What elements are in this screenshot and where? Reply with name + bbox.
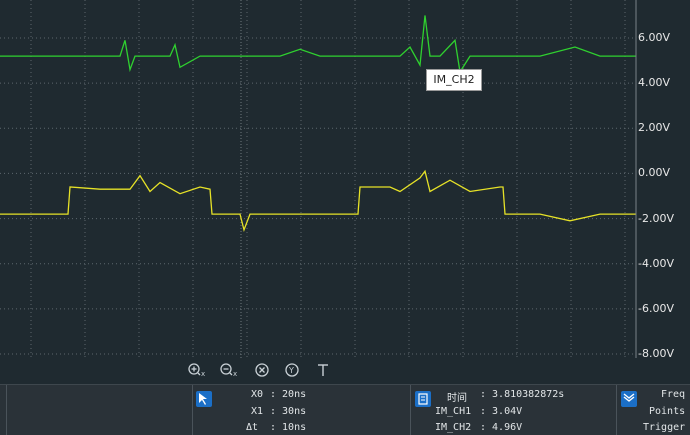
svg-text:x: x <box>233 370 237 378</box>
zoom-reset-button[interactable] <box>252 360 274 380</box>
freq-label: Freq <box>661 389 686 400</box>
zoom-in-icon: x <box>188 363 205 378</box>
x0-value: : 20ns <box>270 389 307 400</box>
time-measure-icon[interactable] <box>415 391 431 407</box>
zoom-in-x-button[interactable]: x <box>186 360 208 380</box>
y-tick-label: -4.00V <box>638 256 674 270</box>
expand-arrows-icon <box>623 393 635 402</box>
delta-t-label: Δt <box>246 422 259 433</box>
zoom-fit-button[interactable]: Y <box>282 360 304 380</box>
y-tick-label: 6.00V <box>638 31 671 44</box>
ch1-label: IM_CH1 <box>435 406 472 417</box>
zoom-toolbar: x x Y <box>0 358 690 382</box>
delta-t-value: : 10ns <box>270 422 307 433</box>
ch2-label: IM_CH2 <box>435 422 472 433</box>
zoom-out-icon: x <box>220 363 237 378</box>
plot-background <box>0 0 636 358</box>
time-value: : 3.810382872s <box>480 389 565 400</box>
measurement-panel: X0 : 20ns X1 : 30ns Δt : 10ns 时间 : 3.810… <box>0 384 690 435</box>
time-label: 时间 <box>447 393 467 404</box>
cursor-arrow-icon <box>199 393 207 405</box>
svg-text:Y: Y <box>288 366 294 375</box>
trigger-icon <box>318 364 328 376</box>
zoom-out-x-button[interactable]: x <box>218 360 240 380</box>
panel-divider <box>410 385 411 435</box>
waveform-plot[interactable] <box>0 0 690 358</box>
freq-measure-icon[interactable] <box>621 391 637 407</box>
cursor-measure-icon[interactable] <box>196 391 212 407</box>
trace-tooltip: IM_CH2 <box>426 69 482 91</box>
y-tick-label: -2.00V <box>638 211 674 225</box>
x1-value: : 30ns <box>270 406 307 417</box>
y-tick-label: 0.00V <box>638 166 671 180</box>
y-tick-label: 2.00V <box>638 121 671 135</box>
oscilloscope-view[interactable]: 6.00V 4.00V 2.00V 0.00V -2.00V -4.00V -6.00V -8… <box>0 0 690 360</box>
trigger-marker-button[interactable] <box>313 360 333 380</box>
document-icon <box>418 393 428 405</box>
x1-label: X1 <box>251 406 264 417</box>
panel-divider <box>6 385 7 435</box>
svg-text:x: x <box>201 370 205 378</box>
panel-divider <box>616 385 617 435</box>
trigger-label: Trigger <box>643 422 686 433</box>
points-label: Points <box>649 406 686 417</box>
panel-divider <box>192 385 193 435</box>
x0-label: X0 <box>251 389 264 400</box>
zoom-fit-icon: Y <box>285 363 299 377</box>
y-tick-label: 4.00V <box>638 76 671 90</box>
y-tick-label: -6.00V <box>638 301 674 315</box>
ch2-value: : 4.96V <box>480 422 523 433</box>
ch1-value: : 3.04V <box>480 406 523 417</box>
zoom-reset-icon <box>255 363 269 377</box>
